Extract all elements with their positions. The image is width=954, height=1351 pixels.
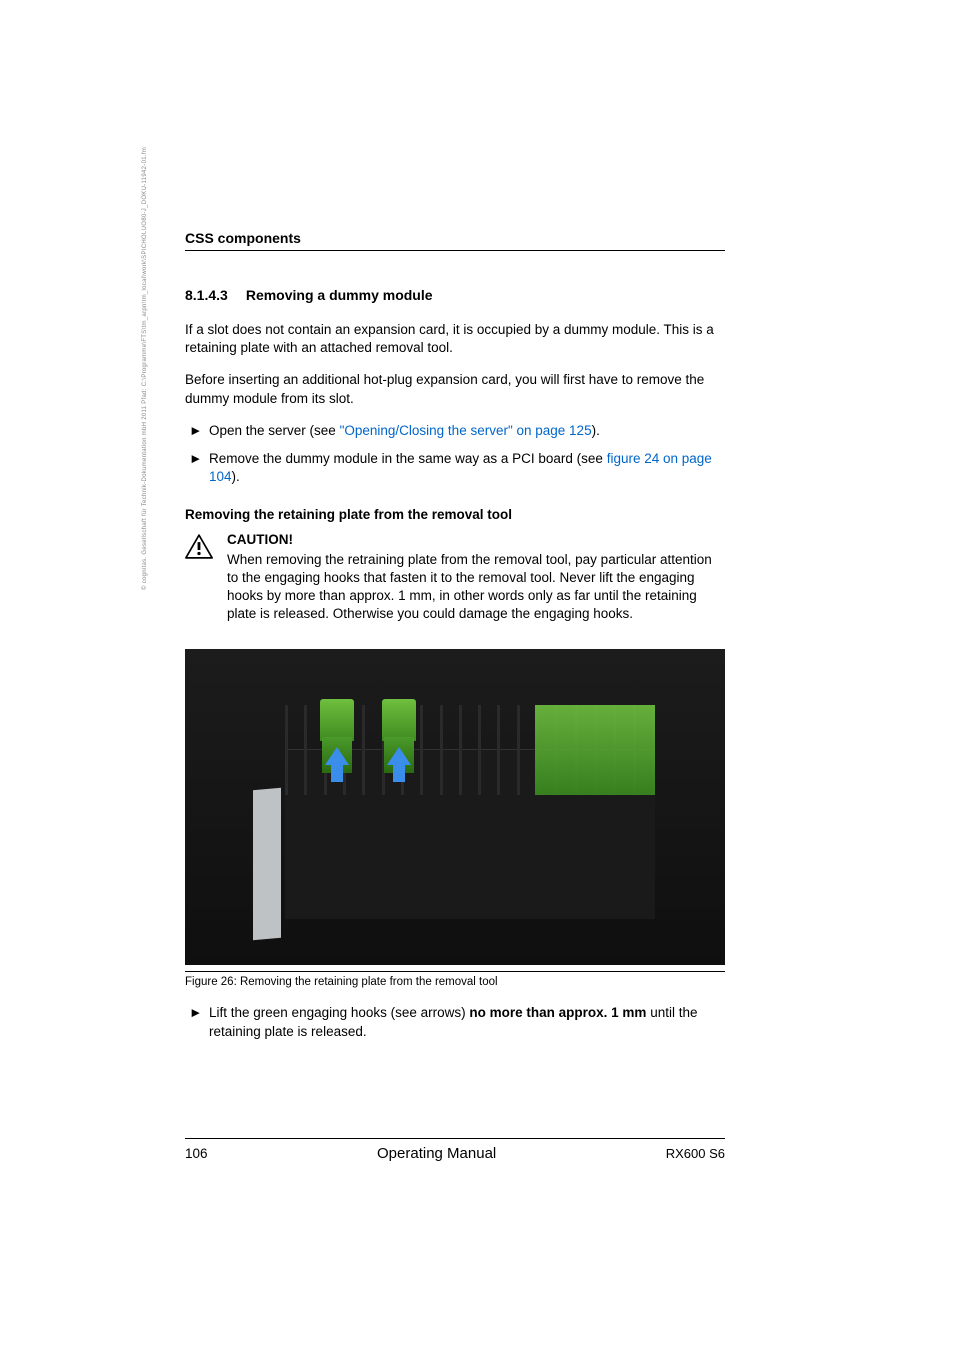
page-footer: 106 Operating Manual RX600 S6 xyxy=(185,1138,725,1162)
figure-26-image xyxy=(185,649,725,965)
instruction-item-2: ► Remove the dummy module in the same wa… xyxy=(185,450,725,486)
final-bold: no more than approx. 1 mm xyxy=(469,1005,646,1020)
b2-suffix: ). xyxy=(232,469,240,484)
footer-doc-title: Operating Manual xyxy=(377,1145,496,1162)
section-title: Removing a dummy module xyxy=(246,287,433,303)
b2-prefix: Remove the dummy module in the same way … xyxy=(209,451,607,466)
paragraph-2: Before inserting an additional hot-plug … xyxy=(185,371,725,407)
final-instruction-text: Lift the green engaging hooks (see arrow… xyxy=(209,1004,725,1040)
caution-block: CAUTION! When removing the retraining pl… xyxy=(185,532,725,624)
running-header: CSS components xyxy=(185,230,725,246)
caution-icon xyxy=(185,546,213,563)
paragraph-1: If a slot does not contain an expansion … xyxy=(185,321,725,357)
caution-text: When removing the retraining plate from … xyxy=(227,551,725,624)
bullet-marker-icon: ► xyxy=(189,450,209,486)
final-instruction-list: ► Lift the green engaging hooks (see arr… xyxy=(185,1004,725,1040)
final-prefix: Lift the green engaging hooks (see arrow… xyxy=(209,1005,469,1020)
section-number: 8.1.4.3 xyxy=(185,287,228,303)
bullet-marker-icon: ► xyxy=(189,422,209,440)
caution-title: CAUTION! xyxy=(227,532,725,547)
b1-prefix: Open the server (see xyxy=(209,423,340,438)
footer-row: 106 Operating Manual RX600 S6 xyxy=(185,1145,725,1162)
footer-page-number: 106 xyxy=(185,1146,208,1161)
figure-rule xyxy=(185,971,725,972)
figure-caption: Figure 26: Removing the retaining plate … xyxy=(185,976,725,988)
instruction-text-1: Open the server (see "Opening/Closing th… xyxy=(209,422,725,440)
footer-model: RX600 S6 xyxy=(666,1146,725,1161)
side-metadata-text: © cognitas. Gesellschaft für Technik-Dok… xyxy=(142,147,148,590)
header-rule xyxy=(185,250,725,251)
bullet-marker-icon: ► xyxy=(189,1004,209,1040)
final-instruction-item: ► Lift the green engaging hooks (see arr… xyxy=(185,1004,725,1040)
link-opening-closing[interactable]: "Opening/Closing the server" on page 125 xyxy=(340,423,592,438)
instruction-text-2: Remove the dummy module in the same way … xyxy=(209,450,725,486)
page-content: CSS components 8.1.4.3 Removing a dummy m… xyxy=(185,230,725,1055)
instruction-item-1: ► Open the server (see "Opening/Closing … xyxy=(185,422,725,440)
instruction-list: ► Open the server (see "Opening/Closing … xyxy=(185,422,725,487)
caution-icon-wrap xyxy=(185,532,227,564)
b1-suffix: ). xyxy=(592,423,600,438)
caution-content: CAUTION! When removing the retraining pl… xyxy=(227,532,725,624)
section-heading: 8.1.4.3 Removing a dummy module xyxy=(185,287,725,305)
sub-heading: Removing the retaining plate from the re… xyxy=(185,507,725,522)
footer-rule xyxy=(185,1138,725,1139)
